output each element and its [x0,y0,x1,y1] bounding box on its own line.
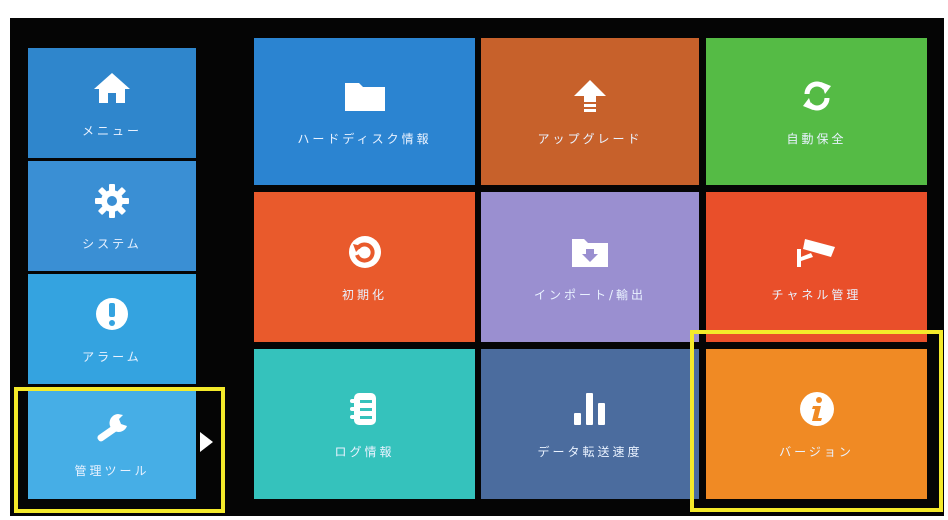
alert-icon [90,294,134,334]
tile-initialize[interactable]: 初期化 [254,192,475,342]
sidebar-item-label: アラーム [82,349,142,364]
tile-hard-disk-info[interactable]: ハードディスク情報 [254,38,475,185]
tile-label: 初期化 [341,287,387,302]
upgrade-arrow-icon [568,76,612,116]
sidebar-item-management-tools[interactable]: 管理ツール [28,387,196,499]
dvr-menu-screen: メニュー システム アラーム 管理ツール ハードディスク情報 アップグレード 自… [10,18,944,516]
gear-icon [90,181,134,221]
tile-upgrade[interactable]: アップグレード [481,38,699,185]
tile-label: ハードディスク情報 [297,132,432,146]
tile-import-export[interactable]: インポート/輸出 [481,192,699,342]
tile-label: 自動保全 [786,132,847,146]
wrench-icon [90,408,134,448]
tile-channel-management[interactable]: チャネル管理 [706,192,927,342]
selection-pointer [200,432,213,452]
tile-label: インポート/輸出 [533,287,647,302]
info-icon [795,389,839,429]
refresh-icon [795,76,839,116]
camera-icon [795,232,839,272]
tile-auto-maintenance[interactable]: 自動保全 [706,38,927,185]
sidebar-item-label: メニュー [81,123,142,138]
tile-label: データ転送速度 [537,444,643,459]
log-icon [343,389,387,429]
tile-label: バージョン [779,444,854,459]
home-icon [90,68,134,108]
tile-log-info[interactable]: ログ情報 [254,349,475,499]
sidebar-item-menu[interactable]: メニュー [28,48,196,158]
sidebar-item-alarm[interactable]: アラーム [28,274,196,384]
sidebar-item-system[interactable]: システム [28,161,196,271]
restore-icon [343,232,387,272]
sidebar-item-label: システム [82,236,142,251]
tile-data-transfer-speed[interactable]: データ転送速度 [481,349,699,499]
folder-icon [343,76,387,116]
tile-label: チャネル管理 [771,287,862,302]
tile-label: アップグレード [537,132,643,146]
sidebar-item-label: 管理ツール [74,463,150,478]
import-folder-icon [568,232,612,272]
tile-version[interactable]: バージョン [706,349,927,499]
tile-label: ログ情報 [334,444,395,459]
bar-chart-icon [568,389,612,429]
